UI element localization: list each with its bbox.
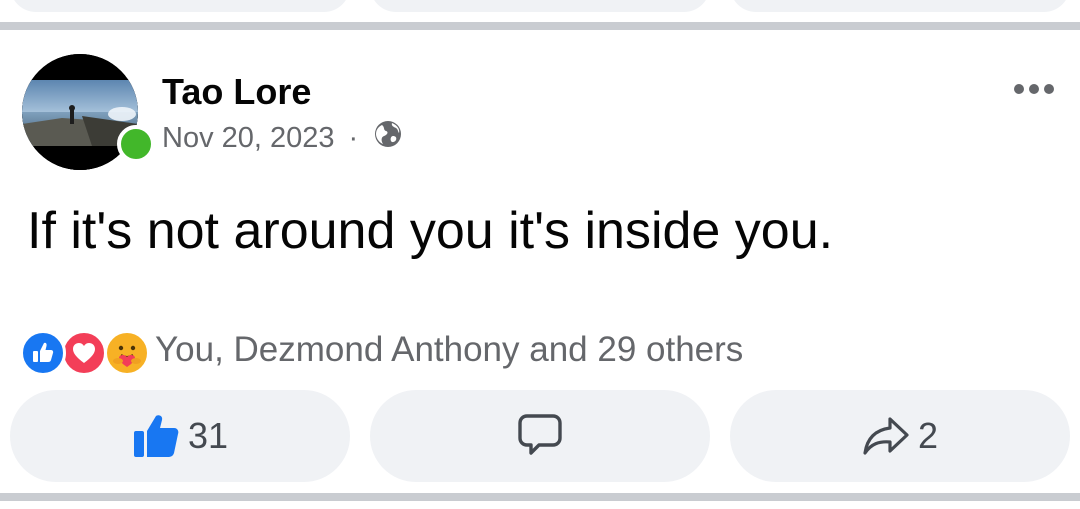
reactions-row[interactable]: You, Dezmond Anthony and 29 others — [20, 328, 743, 376]
more-options-icon[interactable] — [1014, 84, 1054, 94]
reactions-summary[interactable]: You, Dezmond Anthony and 29 others — [155, 330, 743, 370]
like-button[interactable]: 31 — [10, 390, 350, 482]
post-date[interactable]: Nov 20, 2023 — [162, 122, 335, 155]
previous-like-button[interactable] — [10, 0, 350, 12]
previous-comment-button[interactable] — [370, 0, 710, 12]
previous-share-button[interactable] — [730, 0, 1070, 12]
author-name[interactable]: Tao Lore — [162, 70, 311, 114]
share-count: 2 — [917, 415, 939, 456]
comment-button[interactable] — [370, 390, 710, 482]
like-count: 31 — [187, 415, 229, 456]
share-icon — [862, 416, 910, 456]
post-meta: Nov 20, 2023 · — [162, 118, 404, 158]
globe-icon[interactable] — [372, 118, 404, 158]
comment-icon — [517, 413, 563, 459]
post-text: If it's not around you it's inside you. — [27, 202, 834, 260]
love-reaction-icon — [61, 330, 107, 376]
post-divider — [0, 22, 1080, 30]
thumbs-up-icon — [132, 413, 180, 459]
share-button[interactable]: 2 — [730, 390, 1070, 482]
care-reaction-icon — [104, 330, 150, 376]
like-reaction-icon — [20, 330, 66, 376]
reaction-icons — [20, 328, 152, 376]
post-divider-bottom — [0, 493, 1080, 501]
meta-separator: · — [348, 121, 359, 154]
online-status-icon — [117, 125, 155, 163]
previous-post-action-bar — [0, 0, 1080, 18]
